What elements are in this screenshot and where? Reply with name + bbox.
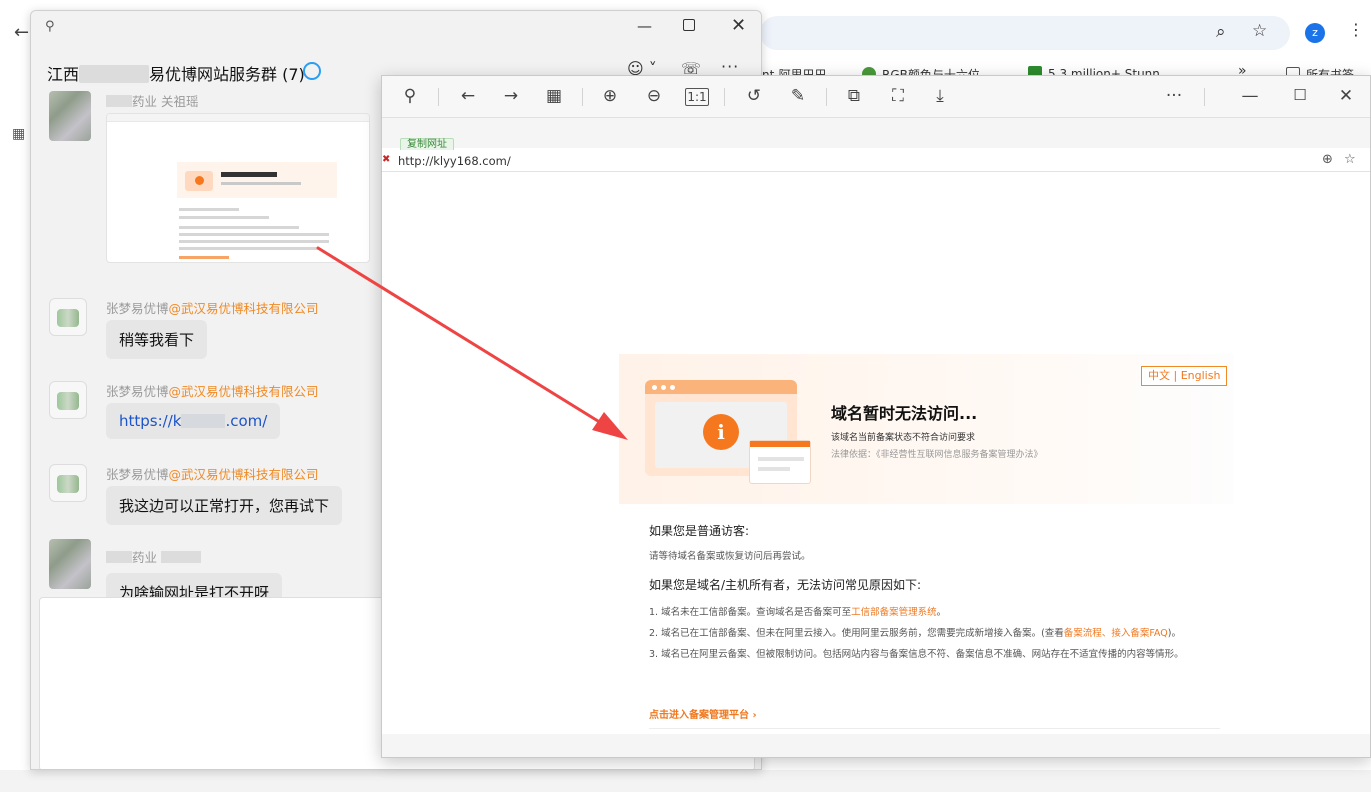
avatar[interactable] [49,464,87,502]
message-bubble[interactable]: 稍等我看下 [106,320,208,359]
browser-menu-icon[interactable]: ⋮ [1348,20,1364,39]
process-link[interactable]: 备案流程 [1064,628,1102,639]
faq-link[interactable]: 接入备案FAQ [1111,628,1167,639]
back-arrow-icon[interactable]: ← [14,22,29,43]
rotate-icon[interactable]: ↺ [742,86,766,106]
legal-basis: 法律依据：《非经营性互联网信息服务备案管理办法》 [831,450,1043,460]
pin-icon[interactable]: ⚲ [398,86,422,106]
avatar[interactable] [49,298,87,336]
zoom-in-icon[interactable]: ⊕ [598,86,622,106]
redacted-text [79,65,150,83]
bookmark-star-icon[interactable]: ☆ [1252,21,1267,41]
screenshot-image: 复制网址 ✖ http://klyy168.com/ ⊕ ☆ i 中文 | En… [382,118,1370,734]
zoom-icon: ⊕ [1322,152,1333,167]
profile-avatar[interactable]: z [1305,23,1325,43]
previous-icon[interactable]: ← [456,86,480,106]
extract-text-icon[interactable]: ⛶ [886,86,910,106]
captured-tab-strip [382,118,1370,148]
minimize-icon[interactable]: — [1238,86,1262,106]
actual-size-icon[interactable]: 1:1 [685,88,709,106]
screenshot-thumbnail[interactable] [106,113,370,263]
reason-list: 1. 域名未在工信部备案。查询域名是否备案可至工信部备案管理系统。 2. 域名已… [649,602,1224,665]
more-options-icon[interactable]: ··· [721,57,739,76]
language-switch[interactable]: 中文 | English [1141,366,1228,386]
edit-icon[interactable]: ✎ [786,86,810,106]
close-icon[interactable]: ✕ [731,15,746,36]
error-hero: i 中文 | English 域名暂时无法访问... 该域名当前备案状态不符合访… [619,354,1234,504]
owner-heading: 如果您是域名/主机所有者，无法访问常见原因如下: [649,578,922,592]
sender-name: 药业 [106,547,201,566]
avatar[interactable] [49,381,87,419]
image-viewer-window: ⚲ ← → ▦ ⊕ ⊖ 1:1 ↺ ✎ ⧉ ⛶ ⤓ ··· — ☐ ✕ 复制网址… [381,75,1371,758]
divider [649,728,1220,729]
captured-address-bar: ✖ http://klyy168.com/ ⊕ ☆ [382,150,1370,172]
sender-name: 张梦易优博@武汉易优博科技有限公司 [106,467,319,482]
ai-assistant-icon[interactable] [303,62,321,80]
captured-url: http://klyy168.com/ [398,154,511,168]
reason-item: 3. 域名已在阿里云备案、但被限制访问。包括网站内容与备案信息不符、备案信息不准… [649,649,1184,660]
reason-item: 2. 域名已在工信部备案、但未在阿里云接入。使用阿里云服务前，您需要完成新增接入… [649,628,1181,639]
link-message-bubble[interactable]: https://k .com/ [106,403,281,439]
zoom-out-icon[interactable]: ⊖ [642,86,666,106]
pin-icon[interactable]: ⚲ [45,19,55,34]
sender-name: 张梦易优博@武汉易优博科技有限公司 [106,301,319,316]
next-icon[interactable]: → [499,86,523,106]
zoom-icon[interactable]: ⌕ [1216,22,1226,42]
error-subtitle: 该域名当前备案状态不符合访问要求 [831,433,976,443]
insecure-icon: ✖ [382,154,391,165]
address-bar[interactable] [760,16,1290,50]
bookmark-star-icon: ☆ [1344,152,1356,167]
filing-platform-link[interactable]: 点击进入备案管理平台 › [649,706,757,721]
avatar[interactable] [49,539,91,589]
message-bubble[interactable]: 我这边可以正常打开，您再试下 [106,486,343,525]
maximize-icon[interactable] [683,19,695,31]
sender-name: 张梦易优博@武汉易优博科技有限公司 [106,384,319,399]
visitor-heading: 如果您是普通访客: [649,524,750,538]
sender-name: 药业 关祖瑶 [106,91,198,110]
error-title: 域名暂时无法访问... [831,404,978,423]
visitor-text: 请等待域名备案或恢复访问后再尝试。 [649,551,811,562]
reason-item: 1. 域名未在工信部备案。查询域名是否备案可至工信部备案管理系统。 [649,607,947,618]
viewer-toolbar: ⚲ ← → ▦ ⊕ ⊖ 1:1 ↺ ✎ ⧉ ⛶ ⤓ ··· — ☐ ✕ [382,76,1370,118]
download-icon[interactable]: ⤓ [928,86,952,106]
avatar[interactable] [49,91,91,141]
gallery-grid-icon[interactable]: ▦ [542,86,566,106]
minimize-icon[interactable]: — [637,17,652,35]
apps-grid-icon[interactable]: ▦ [12,126,25,142]
desktop-strip [0,770,1371,792]
translate-icon[interactable]: ⧉ [842,86,866,106]
close-icon[interactable]: ✕ [1334,86,1358,106]
miit-link[interactable]: 工信部备案管理系统 [851,607,937,618]
more-options-icon[interactable]: ··· [1162,86,1186,106]
redacted-text [181,414,226,428]
info-illustration-icon: i [645,380,811,484]
maximize-icon[interactable]: ☐ [1288,86,1312,104]
group-title: 江西 易优博网站服务群 (7) [47,65,305,84]
